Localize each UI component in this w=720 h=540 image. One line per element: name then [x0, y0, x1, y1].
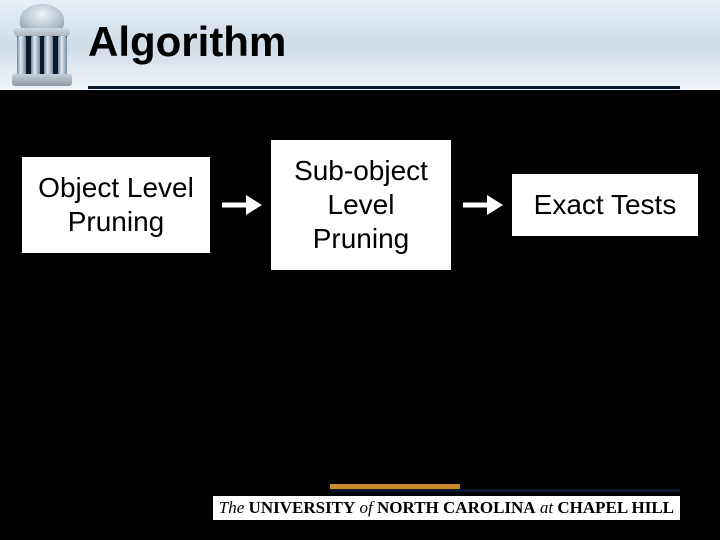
logo-base [12, 74, 72, 86]
arrow-right-icon [460, 192, 504, 218]
slide-title: Algorithm [88, 18, 286, 66]
footer-word: CHAPEL HILL [557, 498, 674, 517]
box-line: Sub-object [294, 155, 428, 186]
logo-columns [17, 36, 67, 76]
box-line: Pruning [313, 223, 410, 254]
footer-rule [330, 489, 680, 492]
footer-word: NORTH CAROLINA [377, 498, 536, 517]
arrow-right-icon [219, 192, 263, 218]
box-subobject-level-pruning: Sub-object Level Pruning [271, 140, 451, 270]
logo-ledge [14, 28, 70, 36]
footer-word: at [540, 498, 553, 517]
box-exact-tests: Exact Tests [512, 174, 698, 236]
box-line: Level [328, 189, 395, 220]
title-underline [88, 86, 680, 89]
old-well-logo [8, 4, 76, 88]
box-object-level-pruning: Object Level Pruning [22, 157, 210, 253]
footer-word: UNIVERSITY [249, 498, 356, 517]
algorithm-flow: Object Level Pruning Sub-object Level Pr… [22, 140, 698, 270]
box-line: Pruning [68, 206, 165, 237]
box-line: Object Level [38, 172, 194, 203]
footer-word: The [219, 498, 245, 517]
footer-word: of [360, 498, 373, 517]
box-line: Exact Tests [534, 189, 677, 220]
logo-dome [20, 4, 64, 30]
footer-attribution: The UNIVERSITY of NORTH CAROLINA at CHAP… [213, 496, 680, 520]
